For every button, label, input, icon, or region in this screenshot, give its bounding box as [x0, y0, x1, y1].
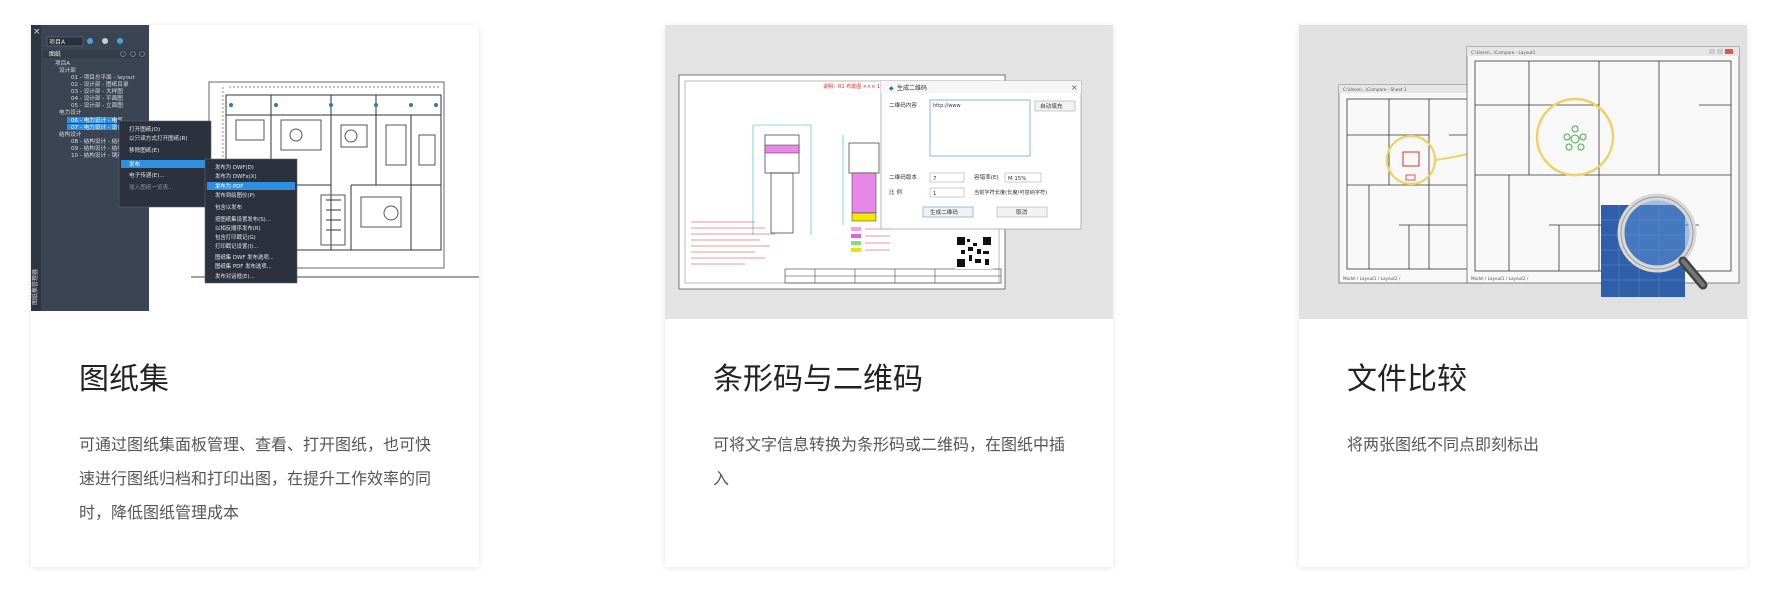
- svg-text:自动填充: 自动填充: [1040, 102, 1063, 110]
- panel-side-label: 图纸集管理器: [31, 269, 39, 305]
- svg-text:09 - 结构设计 - 结构: 09 - 结构设计 - 结构: [71, 144, 123, 152]
- svg-text:图纸: 图纸: [49, 50, 61, 58]
- svg-text:10 - 结构设计 - 钢筋: 10 - 结构设计 - 钢筋: [71, 151, 123, 159]
- card-title: 图纸集: [79, 362, 169, 397]
- svg-text:04 - 设计部 - 平面图: 04 - 设计部 - 平面图: [71, 94, 123, 102]
- svg-text:Model / Layout1 / Layout2 /: Model / Layout1 / Layout2 /: [1343, 276, 1401, 281]
- feature-card-file-compare[interactable]: C:\Users\...\Compare - Sheet 1 Model / L…: [1299, 25, 1747, 567]
- sheet-set-illustration: × 项目A 图纸 项目A 设计部 01 - 项目总平面 - layout 02 …: [31, 25, 479, 311]
- qrcode-dialog: ◆ 生成二维码 × 二维码内容 http://www 自动填充 二维码版本 7 …: [880, 80, 1082, 230]
- compare-illustration: C:\Users\...\Compare - Sheet 1 Model / L…: [1338, 46, 1740, 297]
- svg-text:包含以发布: 包含以发布: [215, 203, 243, 211]
- svg-text:发布为 PDF: 发布为 PDF: [215, 182, 243, 190]
- card-description: 可通过图纸集面板管理、查看、打开图纸，也可快速进行图纸归档和打印出图，在提升工作…: [79, 435, 432, 522]
- qr-code: [955, 235, 993, 269]
- svg-text:项目A: 项目A: [55, 60, 70, 67]
- dialog-close-icon: ×: [1071, 83, 1078, 92]
- svg-text:移除图纸(E): 移除图纸(E): [129, 146, 159, 154]
- svg-text:生成二维码: 生成二维码: [930, 208, 958, 216]
- svg-text:设计部: 设计部: [59, 66, 76, 74]
- qrcode-icon: ◆: [889, 85, 894, 92]
- svg-text:03 - 设计部 - 大样图: 03 - 设计部 - 大样图: [71, 87, 123, 95]
- svg-text:电力设计: 电力设计: [59, 108, 82, 116]
- svg-text:当前字符长度(长度/可容纳字符): 当前字符长度(长度/可容纳字符): [974, 188, 1047, 196]
- barcode-screenshot: 说明：R1 布置图 ××× 1:100 ◆ 生成二维码 × 二维码内容 http…: [665, 25, 1113, 319]
- svg-text:以相反顺序发布(R): 以相反顺序发布(R): [215, 224, 261, 232]
- svg-text:打印戳记设置(I)...: 打印戳记设置(I)...: [215, 242, 259, 250]
- context-menu: 打开图纸(O) 以只读方式打开图纸(R) 移除图纸(E) 发布 电子传递(E).…: [118, 120, 212, 208]
- card-title: 条形码与二维码: [713, 362, 923, 397]
- card-description: 可将文字信息转换为条形码或二维码，在图纸中插入: [713, 435, 1066, 488]
- svg-text:插入图纸一览表...: 插入图纸一览表...: [129, 183, 174, 191]
- svg-text:打开图纸(O): 打开图纸(O): [129, 125, 160, 133]
- svg-text:C:\Users\...\Compare - Sheet 1: C:\Users\...\Compare - Sheet 1: [1343, 87, 1407, 92]
- svg-text:06 - 电力设计 - 电气: 06 - 电力设计 - 电气: [71, 116, 123, 124]
- svg-text:二维码版本: 二维码版本: [889, 173, 917, 181]
- svg-text:发布为 DWF(D): 发布为 DWF(D): [215, 163, 254, 171]
- svg-text:按图纸集设置发布(S)...: 按图纸集设置发布(S)...: [215, 215, 271, 223]
- svg-text:07 - 电力设计 - 设备: 07 - 电力设计 - 设备: [71, 123, 123, 131]
- svg-text:http://www: http://www: [933, 103, 961, 109]
- svg-text:C:\Users\...\Compare - Layout1: C:\Users\...\Compare - Layout1: [1471, 50, 1536, 55]
- svg-text:结构设计: 结构设计: [59, 130, 82, 138]
- svg-text:图纸集 DWF 发布选项...: 图纸集 DWF 发布选项...: [215, 253, 274, 261]
- svg-text:图纸集 PDF 发布选项...: 图纸集 PDF 发布选项...: [215, 262, 272, 270]
- svg-text:发布: 发布: [129, 160, 141, 168]
- publish-submenu: 发布为 DWF(D) 发布为 DWFx(X) 发布为 PDF 发布到绘图仪(P)…: [204, 158, 298, 284]
- svg-text:以只读方式打开图纸(R): 以只读方式打开图纸(R): [129, 134, 188, 142]
- svg-text:比 例: 比 例: [889, 188, 902, 196]
- floor-plan-markers: [229, 103, 438, 107]
- svg-text:容错率(E): 容错率(E): [974, 173, 999, 181]
- svg-text:1: 1: [933, 191, 936, 197]
- svg-text:05 - 设计部 - 立面图: 05 - 设计部 - 立面图: [71, 101, 123, 109]
- card-description: 将两张图纸不同点即刻标出: [1347, 435, 1540, 454]
- svg-text:生成二维码: 生成二维码: [897, 84, 927, 92]
- card-title: 文件比较: [1347, 362, 1467, 397]
- svg-text:取消: 取消: [1016, 208, 1028, 216]
- sheet-set-screenshot: × 项目A 图纸 项目A 设计部 01 - 项目总平面 - layout 02 …: [31, 25, 479, 319]
- project-select: 项目A: [49, 39, 66, 46]
- compare-screenshot: C:\Users\...\Compare - Sheet 1 Model / L…: [1299, 25, 1747, 319]
- feature-card-barcode-qrcode[interactable]: 说明：R1 布置图 ××× 1:100 ◆ 生成二维码 × 二维码内容 http…: [665, 25, 1113, 567]
- svg-text:08 - 结构设计 - 结构: 08 - 结构设计 - 结构: [71, 137, 123, 145]
- barcode-illustration: 说明：R1 布置图 ××× 1:100 ◆ 生成二维码 × 二维码内容 http…: [678, 74, 1082, 290]
- svg-text:M 15%: M 15%: [1008, 176, 1026, 182]
- svg-text:发布为 DWFx(X): 发布为 DWFx(X): [215, 172, 257, 180]
- svg-text:Model / Layout1 / Layout2 /: Model / Layout1 / Layout2 /: [1471, 276, 1529, 281]
- svg-text:发布对话框(E)...: 发布对话框(E)...: [215, 272, 255, 280]
- compare-window-left: C:\Users\...\Compare - Sheet 1 Model / L…: [1338, 84, 1486, 284]
- svg-text:01 - 项目总平面 - layout: 01 - 项目总平面 - layout: [71, 73, 135, 81]
- feature-card-sheet-set[interactable]: × 项目A 图纸 项目A 设计部 01 - 项目总平面 - layout 02 …: [31, 25, 479, 567]
- svg-text:电子传递(E)...: 电子传递(E)...: [129, 171, 165, 179]
- close-icon: ×: [33, 27, 41, 37]
- svg-text:二维码内容: 二维码内容: [889, 101, 917, 109]
- svg-text:包含打印戳记(G): 包含打印戳记(G): [215, 233, 256, 241]
- svg-text:7: 7: [933, 176, 936, 182]
- svg-text:发布到绘图仪(P): 发布到绘图仪(P): [215, 191, 255, 199]
- svg-text:02 - 设计部 - 图纸目录: 02 - 设计部 - 图纸目录: [71, 80, 129, 88]
